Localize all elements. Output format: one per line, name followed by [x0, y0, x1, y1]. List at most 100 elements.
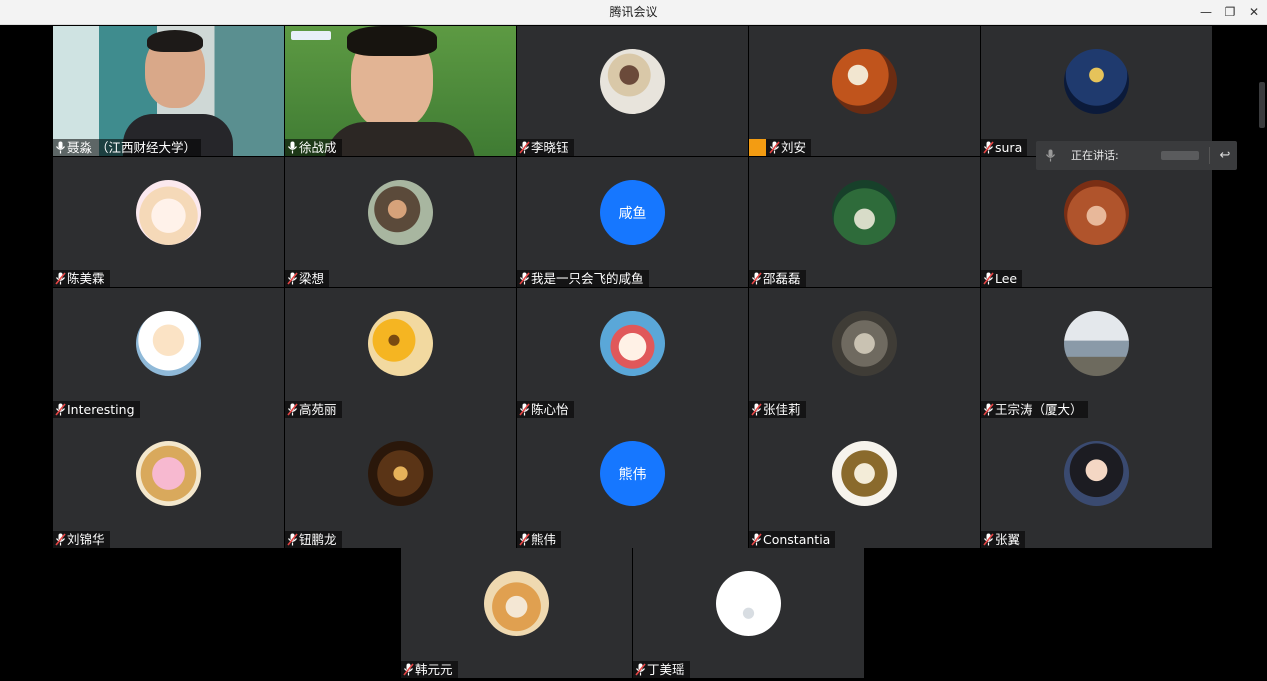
video-person-body: [325, 122, 475, 156]
mic-muted-icon: [287, 532, 299, 547]
mic-muted-icon: [519, 402, 531, 417]
participant-name: 邵磊磊: [763, 271, 801, 286]
participant-tile[interactable]: Constantia: [749, 418, 980, 548]
participant-avatar: [484, 571, 549, 636]
participant-name: 聂淼 （江西财经大学）: [67, 140, 196, 155]
mic-muted-icon: [287, 402, 299, 417]
participant-tile[interactable]: 徐战成: [285, 26, 516, 156]
participant-tile[interactable]: sura: [981, 26, 1212, 156]
collapse-arrow-icon[interactable]: ↩: [1216, 141, 1234, 170]
participant-name: 丁美瑶: [647, 662, 685, 677]
mic-muted-icon: [519, 271, 531, 286]
participant-tile[interactable]: Lee: [981, 157, 1212, 287]
mic-muted-icon: [983, 532, 995, 547]
speaker-mic-icon: [1045, 149, 1056, 165]
side-panel-handle[interactable]: [1259, 82, 1265, 128]
participant-avatar: [136, 311, 201, 376]
speaking-divider: [1209, 147, 1210, 164]
mic-on-icon: [287, 140, 299, 155]
minimize-button[interactable]: —: [1196, 3, 1216, 21]
participant-tile[interactable]: 王宗涛（厦大）: [981, 288, 1212, 418]
participant-tile[interactable]: 熊伟 熊伟: [517, 418, 748, 548]
participant-name: Constantia: [763, 532, 831, 547]
mic-muted-icon: [983, 271, 995, 286]
mic-muted-icon: [769, 140, 781, 155]
participant-avatar: [136, 441, 201, 506]
participant-name: 刘安: [781, 140, 807, 155]
participant-avatar: [1064, 441, 1129, 506]
participant-name-tag: Interesting: [53, 401, 140, 418]
participant-tile[interactable]: 咸鱼 我是一只会飞的咸鱼: [517, 157, 748, 287]
video-person-hair: [147, 30, 203, 52]
participant-name: 徐战成: [299, 140, 337, 155]
participant-name-tag: 张翼: [981, 531, 1026, 548]
mic-muted-icon: [751, 532, 763, 547]
mic-muted-icon: [519, 140, 531, 155]
speaking-indicator: 正在讲话: ↩: [1036, 141, 1237, 170]
participant-tile[interactable]: 张翼: [981, 418, 1212, 548]
restore-button[interactable]: ❐: [1220, 3, 1240, 21]
mic-muted-icon: [519, 532, 531, 547]
participant-tile[interactable]: 钮鹏龙: [285, 418, 516, 548]
mic-muted-icon: [287, 271, 299, 286]
participant-tile[interactable]: 丁美瑶: [633, 548, 864, 678]
mic-muted-icon: [983, 140, 995, 155]
participant-name-tag: 刘安: [749, 139, 812, 156]
participant-tile[interactable]: 高苑丽: [285, 288, 516, 418]
participant-tile[interactable]: 陈美霖: [53, 157, 284, 287]
mic-muted-icon: [983, 402, 995, 417]
participant-name-tag: 韩元元: [401, 661, 458, 678]
speaking-label: 正在讲话:: [1071, 149, 1119, 162]
participant-name-tag: 高苑丽: [285, 401, 342, 418]
participant-name-tag: 丁美瑶: [633, 661, 690, 678]
participant-tile[interactable]: 张佳莉: [749, 288, 980, 418]
participant-name: Lee: [995, 271, 1018, 286]
participant-tile[interactable]: 梁想: [285, 157, 516, 287]
participant-avatar: [600, 311, 665, 376]
participant-name-tag: 李晓钰: [517, 139, 574, 156]
mic-muted-icon: [55, 402, 67, 417]
participant-avatar: [136, 180, 201, 245]
mic-muted-icon: [55, 532, 67, 547]
host-badge-icon: [749, 139, 766, 156]
participant-avatar: [1064, 311, 1129, 376]
participant-name: 韩元元: [415, 662, 453, 677]
participant-name-tag: 聂淼 （江西财经大学）: [53, 139, 201, 156]
participant-tile[interactable]: 李晓钰: [517, 26, 748, 156]
video-logo: [291, 31, 331, 40]
participant-name: 李晓钰: [531, 140, 569, 155]
participant-avatar: [832, 49, 897, 114]
speaker-names-placeholder: [1161, 151, 1199, 160]
participant-tile[interactable]: 刘安: [749, 26, 980, 156]
title-bar: 腾讯会议 — ❐ ✕: [0, 0, 1267, 25]
mic-on-icon: [55, 140, 67, 155]
participant-name: 高苑丽: [299, 402, 337, 417]
participant-name: 张翼: [995, 532, 1021, 547]
participant-avatar: [368, 180, 433, 245]
mic-muted-icon: [635, 662, 647, 677]
participant-name: sura: [995, 140, 1023, 155]
participant-avatar: 咸鱼: [600, 180, 665, 245]
participant-tile[interactable]: Interesting: [53, 288, 284, 418]
participant-tile[interactable]: 韩元元: [401, 548, 632, 678]
participant-name-tag: 熊伟: [517, 531, 562, 548]
participant-tile[interactable]: 陈心怡: [517, 288, 748, 418]
close-button[interactable]: ✕: [1244, 3, 1264, 21]
participant-name-tag: Lee: [981, 270, 1023, 287]
participant-name: 张佳莉: [763, 402, 801, 417]
participant-avatar: [368, 311, 433, 376]
participant-avatar: [1064, 49, 1129, 114]
participant-tile[interactable]: 邵磊磊: [749, 157, 980, 287]
participant-avatar: [600, 49, 665, 114]
participant-name: Interesting: [67, 402, 135, 417]
participant-avatar: [832, 311, 897, 376]
participant-avatar: [832, 180, 897, 245]
participant-name-tag: Constantia: [749, 531, 836, 548]
participant-tile[interactable]: 聂淼 （江西财经大学）: [53, 26, 284, 156]
participant-name-tag: 刘锦华: [53, 531, 110, 548]
participant-name-tag: 梁想: [285, 270, 330, 287]
participant-name-tag: 陈心怡: [517, 401, 574, 418]
participant-name-tag: 陈美霖: [53, 270, 110, 287]
participant-name: 刘锦华: [67, 532, 105, 547]
participant-tile[interactable]: 刘锦华: [53, 418, 284, 548]
